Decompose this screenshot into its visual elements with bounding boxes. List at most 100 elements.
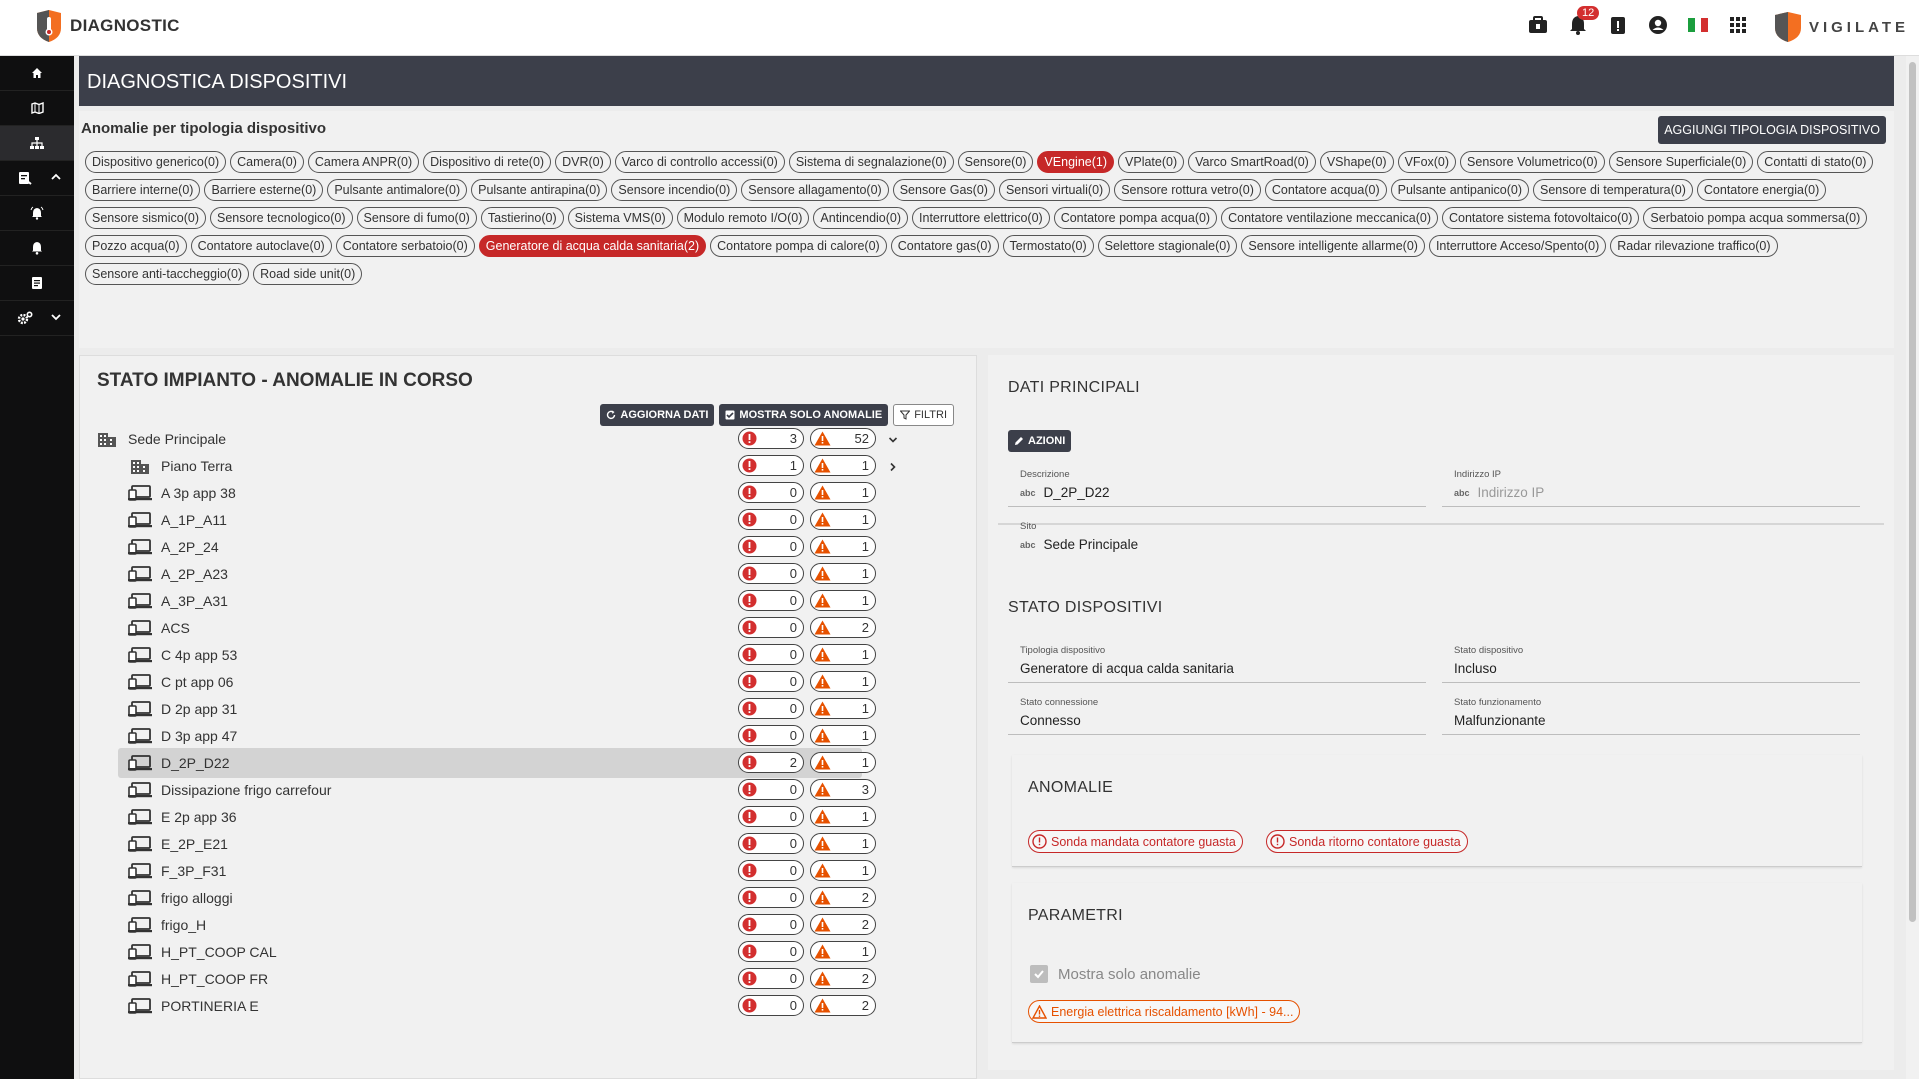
sidebar-item-settings[interactable]: [0, 301, 74, 336]
device-type-chip[interactable]: Sensore di fumo(0): [356, 207, 477, 229]
device-type-chip[interactable]: Tastierino(0): [480, 207, 564, 229]
error-count-badge[interactable]: 0: [738, 779, 804, 800]
device-type-chip[interactable]: Dispositivo di rete(0): [423, 151, 552, 173]
error-count-badge[interactable]: 0: [738, 725, 804, 746]
error-count-badge[interactable]: 0: [738, 833, 804, 854]
device-type-chip[interactable]: Sensore Superficiale(0): [1608, 151, 1754, 173]
warning-count-badge[interactable]: 2: [810, 617, 876, 638]
warning-count-badge[interactable]: 52: [810, 428, 876, 449]
only-anomalies-checkbox[interactable]: Mostra solo anomalie: [1030, 965, 1201, 983]
error-count-badge[interactable]: 0: [738, 536, 804, 557]
device-type-chip[interactable]: Dispositivo generico(0): [85, 151, 227, 173]
device-type-chip[interactable]: Interruttore elettrico(0): [912, 207, 1050, 229]
device-type-chip[interactable]: Varco SmartRoad(0): [1188, 151, 1316, 173]
error-count-badge[interactable]: 0: [738, 995, 804, 1016]
warning-count-badge[interactable]: 1: [810, 671, 876, 692]
error-count-badge[interactable]: 0: [738, 671, 804, 692]
device-type-chip[interactable]: Contatore pompa acqua(0): [1053, 207, 1218, 229]
warning-count-badge[interactable]: 1: [810, 833, 876, 854]
warning-count-badge[interactable]: 1: [810, 752, 876, 773]
device-type-chip[interactable]: Sistema di segnalazione(0): [788, 151, 954, 173]
error-count-badge[interactable]: 0: [738, 887, 804, 908]
error-count-badge[interactable]: 0: [738, 563, 804, 584]
anomaly-chip[interactable]: Sonda ritorno contatore guasta: [1266, 830, 1468, 853]
device-type-chip[interactable]: Antincendio(0): [813, 207, 909, 229]
bell-icon[interactable]: 12: [1567, 6, 1600, 36]
device-type-chip[interactable]: Sensori virtuali(0): [998, 179, 1111, 201]
device-type-chip[interactable]: Sensore tecnologico(0): [209, 207, 353, 229]
only-anomalies-toggle[interactable]: MOSTRA SOLO ANOMALIE: [719, 404, 889, 426]
warning-count-badge[interactable]: 2: [810, 887, 876, 908]
warning-count-badge[interactable]: 1: [810, 509, 876, 530]
filters-button[interactable]: FILTRI: [893, 404, 954, 426]
warning-count-badge[interactable]: 1: [810, 563, 876, 584]
device-type-chip[interactable]: DVR(0): [555, 151, 611, 173]
device-type-chip[interactable]: Contatore pompa di calore(0): [710, 235, 887, 257]
parameter-alert-chip[interactable]: Energia elettrica riscaldamento [kWh] - …: [1028, 1000, 1301, 1023]
briefcase-icon[interactable]: [1527, 14, 1549, 36]
device-type-chip[interactable]: Contatore energia(0): [1696, 179, 1827, 201]
device-type-chip[interactable]: VFox(0): [1397, 151, 1457, 173]
warning-count-badge[interactable]: 1: [810, 482, 876, 503]
account-icon[interactable]: [1647, 14, 1669, 36]
error-count-badge[interactable]: 0: [738, 941, 804, 962]
device-type-chip[interactable]: Contatore serbatoio(0): [335, 235, 475, 257]
error-count-badge[interactable]: 0: [738, 806, 804, 827]
device-type-chip[interactable]: Contatore gas(0): [890, 235, 999, 257]
device-type-chip[interactable]: Barriere interne(0): [85, 179, 201, 201]
error-count-badge[interactable]: 0: [738, 860, 804, 881]
italy-flag-icon[interactable]: [1687, 14, 1709, 36]
device-type-chip[interactable]: Pulsante antimalore(0): [327, 179, 468, 201]
device-type-chip[interactable]: Generatore di acqua calda sanitaria(2): [478, 235, 707, 257]
sidebar-item-structure[interactable]: [0, 126, 74, 161]
device-type-chip[interactable]: VShape(0): [1319, 151, 1394, 173]
add-device-type-button[interactable]: AGGIUNGI TIPOLOGIA DISPOSITIVO: [1658, 116, 1886, 144]
warning-count-badge[interactable]: 3: [810, 779, 876, 800]
error-count-badge[interactable]: 1: [738, 455, 804, 476]
sidebar-item-home[interactable]: [0, 56, 74, 91]
device-type-chip[interactable]: Road side unit(0): [253, 263, 363, 285]
warning-count-badge[interactable]: 1: [810, 644, 876, 665]
device-type-chip[interactable]: Sensore intelligente allarme(0): [1241, 235, 1425, 257]
device-type-chip[interactable]: Camera(0): [230, 151, 304, 173]
error-count-badge[interactable]: 0: [738, 968, 804, 989]
device-type-chip[interactable]: Sensore sismico(0): [85, 207, 206, 229]
error-count-badge[interactable]: 0: [738, 644, 804, 665]
clipboard-alert-icon[interactable]: [1607, 14, 1629, 36]
warning-count-badge[interactable]: 2: [810, 995, 876, 1016]
anomaly-chip[interactable]: Sonda mandata contatore guasta: [1028, 830, 1243, 853]
error-count-badge[interactable]: 0: [738, 698, 804, 719]
ip-address-field[interactable]: Indirizzo IP abc Indirizzo IP: [1442, 463, 1860, 507]
chevron-down-icon[interactable]: [888, 433, 898, 448]
device-type-chip[interactable]: Modulo remoto I/O(0): [676, 207, 810, 229]
device-type-chip[interactable]: VEngine(1): [1037, 151, 1115, 173]
chevron-right-icon[interactable]: [888, 460, 898, 475]
warning-count-badge[interactable]: 1: [810, 860, 876, 881]
error-count-badge[interactable]: 0: [738, 617, 804, 638]
warning-count-badge[interactable]: 2: [810, 968, 876, 989]
device-type-chip[interactable]: Contatore ventilazione meccanica(0): [1221, 207, 1438, 229]
device-type-chip[interactable]: Camera ANPR(0): [307, 151, 420, 173]
device-type-chip[interactable]: Sensore Gas(0): [892, 179, 995, 201]
description-field[interactable]: Descrizione abc D_2P_D22: [1008, 463, 1426, 507]
app-logo[interactable]: DIAGNOSTIC: [34, 10, 180, 42]
device-type-chip[interactable]: Termostato(0): [1002, 235, 1094, 257]
warning-count-badge[interactable]: 1: [810, 698, 876, 719]
device-type-chip[interactable]: Barriere esterne(0): [204, 179, 324, 201]
device-type-chip[interactable]: Pulsante antirapina(0): [471, 179, 608, 201]
device-type-chip[interactable]: Contatore autoclave(0): [190, 235, 332, 257]
device-type-chip[interactable]: Sensore anti-taccheggio(0): [85, 263, 250, 285]
error-count-badge[interactable]: 0: [738, 590, 804, 611]
error-count-badge[interactable]: 0: [738, 482, 804, 503]
sidebar-item-map[interactable]: [0, 91, 74, 126]
warning-count-badge[interactable]: 1: [810, 455, 876, 476]
device-type-chip[interactable]: VPlate(0): [1118, 151, 1185, 173]
device-type-chip[interactable]: Interruttore Acceso/Spento(0): [1428, 235, 1607, 257]
warning-count-badge[interactable]: 1: [810, 941, 876, 962]
warning-count-badge[interactable]: 1: [810, 806, 876, 827]
device-type-chip[interactable]: Sensore di temperatura(0): [1533, 179, 1693, 201]
device-type-chip[interactable]: Sensore incendio(0): [611, 179, 738, 201]
sidebar-item-notifications[interactable]: [0, 231, 74, 266]
chevron-up-icon[interactable]: [50, 171, 62, 183]
device-type-chip[interactable]: Sistema VMS(0): [567, 207, 673, 229]
